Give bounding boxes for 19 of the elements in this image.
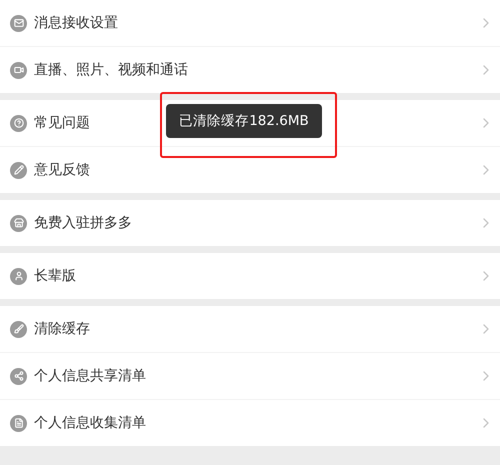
document-icon [10, 414, 27, 432]
share-icon [10, 368, 27, 384]
settings-label: 直播、照片、视频和通话 [34, 61, 188, 79]
person-icon [10, 268, 27, 284]
settings-label: 免费入驻拼多多 [34, 214, 132, 232]
settings-label: 常见问题 [34, 114, 90, 132]
help-icon [10, 114, 27, 132]
settings-label: 个人信息共享清单 [34, 367, 146, 385]
settings-label: 消息接收设置 [34, 14, 118, 32]
settings-label: 意见反馈 [34, 161, 90, 179]
video-camera-icon [10, 62, 27, 78]
mail-icon [10, 14, 27, 32]
settings-label: 长辈版 [34, 267, 76, 285]
settings-label: 个人信息收集清单 [34, 414, 146, 432]
settings-label: 清除缓存 [34, 320, 90, 338]
toast-message: 已清除缓存182.6MB [166, 104, 322, 138]
brush-icon [10, 320, 27, 338]
pencil-icon [10, 162, 27, 178]
store-icon [10, 214, 27, 232]
